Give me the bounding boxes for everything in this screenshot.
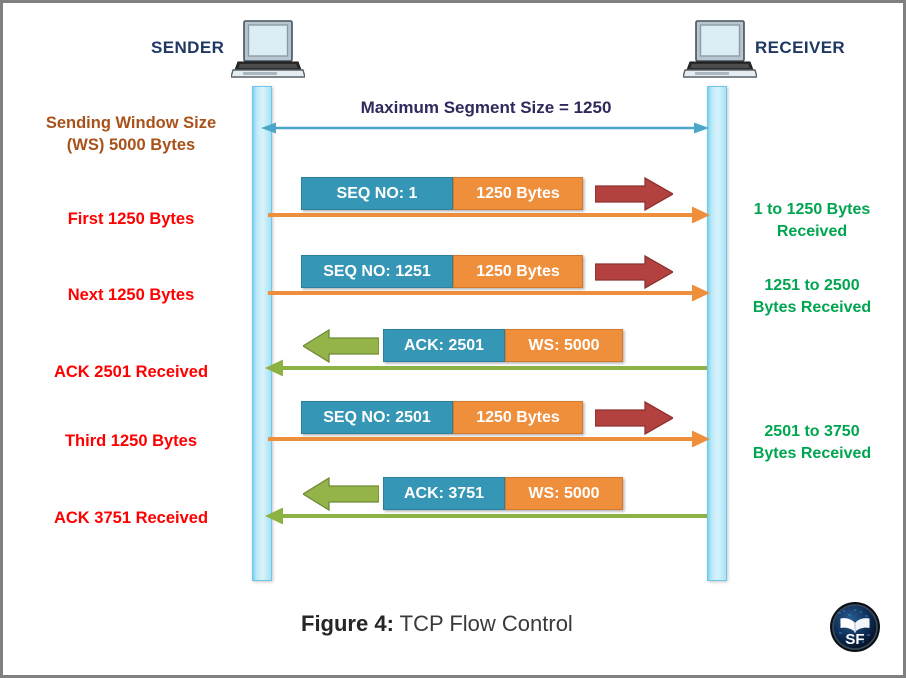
packet-field-size: 1250 Bytes xyxy=(453,401,583,434)
packet-field-ack: ACK: 3751 xyxy=(383,477,505,510)
packet-field-seq-no: SEQ NO: 1251 xyxy=(301,255,453,288)
caption-prefix: Figure 4: xyxy=(301,611,394,636)
right-label-1-to-1250: 1 to 1250 Bytes Received xyxy=(753,201,871,240)
block-arrow-seq-1 xyxy=(594,176,675,216)
flow-line-head-seq-1 xyxy=(692,206,710,229)
packet-field-ack: ACK: 2501 xyxy=(383,329,505,362)
left-label-first-1250-bytes: First 1250 Bytes xyxy=(67,210,195,228)
laptop-icon-receiver xyxy=(682,20,758,80)
flow-line-head-seq-2501 xyxy=(692,430,710,453)
left-label-ack-2501-received: ACK 2501 Received xyxy=(53,363,209,381)
flow-line-head-ack-3751 xyxy=(265,507,283,530)
packet-field-ws: WS: 5000 xyxy=(505,477,623,510)
figure-caption: Figure 4: TCP Flow Control xyxy=(301,611,573,637)
packet-field-size: 1250 Bytes xyxy=(453,255,583,288)
mss-double-arrow xyxy=(261,121,709,135)
left-label-next-1250-bytes: Next 1250 Bytes xyxy=(67,286,195,304)
right-label-1251-to-2500: 1251 to 2500 Bytes Received xyxy=(752,277,872,316)
left-label-ack-3751-received: ACK 3751 Received xyxy=(53,509,209,527)
flow-line-head-ack-2501 xyxy=(265,359,283,382)
diagram-canvas: SENDER RECEIVER Maximum Segment Size = 1… xyxy=(0,0,906,678)
packet-field-seq-no: SEQ NO: 1 xyxy=(301,177,453,210)
packet-seq-1: SEQ NO: 1 1250 Bytes xyxy=(301,177,583,210)
sf-logo-text: SF xyxy=(845,631,864,648)
block-arrow-ack-2501 xyxy=(301,328,380,368)
packet-ack-2501: ACK: 2501 WS: 5000 xyxy=(383,329,623,362)
packet-field-size: 1250 Bytes xyxy=(453,177,583,210)
block-arrow-seq-1251 xyxy=(594,254,675,294)
packet-field-ws: WS: 5000 xyxy=(505,329,623,362)
left-label-third-1250-bytes: Third 1250 Bytes xyxy=(64,432,198,450)
packet-field-seq-no: SEQ NO: 2501 xyxy=(301,401,453,434)
right-label-2501-to-3750: 2501 to 3750 Bytes Received xyxy=(752,423,872,462)
caption-title: TCP Flow Control xyxy=(399,611,573,636)
sender-label: SENDER xyxy=(151,38,225,57)
sf-logo: SF xyxy=(829,601,881,653)
laptop-icon-sender xyxy=(230,20,306,80)
flow-line-head-seq-1251 xyxy=(692,284,710,307)
packet-seq-2501: SEQ NO: 2501 1250 Bytes xyxy=(301,401,583,434)
packet-ack-3751: ACK: 3751 WS: 5000 xyxy=(383,477,623,510)
receiver-lifeline xyxy=(707,86,727,581)
block-arrow-ack-3751 xyxy=(301,476,380,516)
left-label-sending-window-size: Sending Window Size (WS) 5000 Bytes xyxy=(45,114,217,154)
block-arrow-seq-2501 xyxy=(594,400,675,440)
packet-seq-1251: SEQ NO: 1251 1250 Bytes xyxy=(301,255,583,288)
receiver-label: RECEIVER xyxy=(755,38,846,57)
mss-label: Maximum Segment Size = 1250 xyxy=(360,98,612,117)
